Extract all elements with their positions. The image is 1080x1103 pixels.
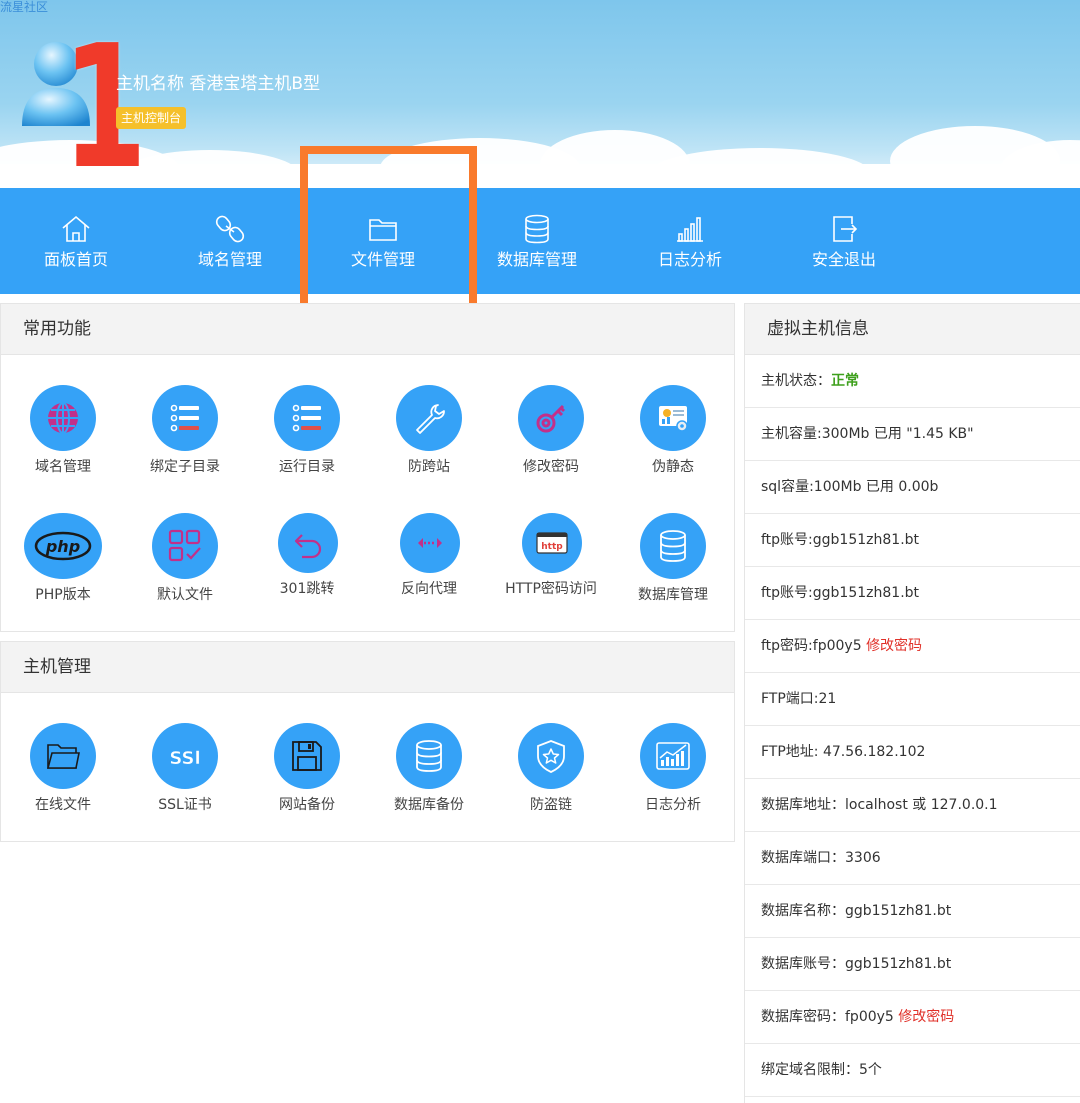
nav-label: 面板首页	[43, 250, 108, 269]
cloud-band	[0, 164, 1080, 188]
item-label: 301跳转	[279, 581, 335, 597]
item-label: 修改密码	[523, 459, 579, 475]
nav-item-home[interactable]: 面板首页	[0, 188, 152, 294]
ssl-icon: SSl	[169, 748, 201, 770]
chart-icon	[656, 742, 690, 770]
bar-chart-icon	[677, 217, 703, 242]
proxy-arrows-icon	[418, 538, 442, 548]
common-functions-panel: 常用功能 域名管理 绑定子目录 运行目录 防跨站 修改密码 伪静态 php PH…	[0, 303, 735, 632]
host-console-badge[interactable]: 主机控制台	[116, 107, 187, 129]
panel-title: 虚拟主机信息	[745, 304, 1080, 355]
site-link[interactable]: 流星社区	[0, 0, 48, 14]
info-row-ftp-account: ftp账号:ggb151zh81.bt	[745, 567, 1080, 620]
info-row-status: 主机状态：正常	[745, 355, 1080, 408]
nav-label: 域名管理	[197, 250, 262, 269]
item-label: 数据库管理	[638, 587, 708, 603]
item-label: 默认文件	[157, 587, 213, 603]
nav-label: 安全退出	[811, 250, 876, 269]
item-label: SSL证书	[158, 797, 212, 813]
host-name-value: 香港宝塔主机B型	[189, 74, 321, 94]
info-row-db-password: 数据库密码：fp00y5 修改密码	[745, 991, 1080, 1044]
host-name: 主机名称 香港宝塔主机B型	[116, 72, 320, 96]
http-icon: http	[536, 532, 568, 554]
item-label: 数据库备份	[394, 797, 464, 813]
redirect-icon	[294, 534, 322, 559]
header-banner: 流星社区 1 主机名称 香港宝塔主机B型 主机控制台	[0, 0, 1080, 188]
item-label: HTTP密码访问	[505, 581, 597, 597]
info-row-domain-limit: 绑定域名限制：5个	[745, 1044, 1080, 1097]
list-icon	[170, 404, 199, 432]
info-row-ftp-account: ftp账号:ggb151zh81.bt	[745, 514, 1080, 567]
php-icon: php	[34, 531, 92, 561]
floppy-icon	[292, 741, 322, 771]
item-label: 绑定子目录	[150, 459, 220, 475]
status-label: 主机状态：	[761, 373, 831, 389]
change-ftp-password-link[interactable]: 修改密码	[866, 638, 922, 654]
info-row-ftp-address: FTP地址: 47.56.182.102	[745, 726, 1080, 779]
info-row-db-address: 数据库地址：localhost 或 127.0.0.1	[745, 779, 1080, 832]
nav-item-logs[interactable]: 日志分析	[614, 188, 766, 294]
grid-check-icon	[168, 529, 201, 562]
nav-item-database[interactable]: 数据库管理	[461, 188, 613, 294]
change-db-password-link[interactable]: 修改密码	[898, 1009, 954, 1025]
globe-icon	[48, 402, 78, 434]
wrench-icon	[416, 404, 445, 434]
database-icon	[660, 530, 686, 562]
info-row-db-port: 数据库端口：3306	[745, 832, 1080, 885]
host-management-panel: 主机管理 在线文件 SSl SSL证书 网站备份 数据库备份 防盗链 日志分析	[0, 641, 735, 842]
ftp-password-value: ftp密码:fp00y5	[761, 638, 862, 654]
svg-text:php: php	[45, 537, 80, 556]
info-row-sql-capacity: sql容量:100Mb 已用 0.00b	[745, 461, 1080, 514]
nav-label: 日志分析	[657, 250, 722, 269]
item-label: 网站备份	[279, 797, 335, 813]
folder-icon	[46, 744, 80, 769]
database-icon	[525, 214, 549, 244]
item-label: 防跨站	[408, 459, 450, 475]
info-row-db-account: 数据库账号：ggb151zh81.bt	[745, 938, 1080, 991]
main-nav: 面板首页 域名管理 文件管理 数据库管理 日志分析 安全退出	[0, 188, 1080, 294]
item-label: 防盗链	[530, 797, 572, 813]
item-label: 反向代理	[401, 581, 457, 597]
nav-item-domain[interactable]: 域名管理	[154, 188, 306, 294]
info-row-db-name: 数据库名称：ggb151zh81.bt	[745, 885, 1080, 938]
svg-text:http: http	[541, 542, 563, 552]
svg-text:SSl: SSl	[169, 748, 200, 769]
info-row-ftp-password: ftp密码:fp00y5 修改密码	[745, 620, 1080, 673]
info-row-ftp-port: FTP端口:21	[745, 673, 1080, 726]
home-icon	[62, 215, 90, 242]
logout-icon	[833, 216, 858, 242]
nav-item-logout[interactable]: 安全退出	[768, 188, 920, 294]
item-label: 在线文件	[35, 797, 91, 813]
key-icon	[536, 404, 566, 433]
info-row-capacity: 主机容量:300Mb 已用 "1.45 KB"	[745, 408, 1080, 461]
item-label: PHP版本	[35, 587, 91, 603]
link-icon	[215, 215, 245, 243]
host-name-label: 主机名称	[116, 74, 184, 94]
item-label: 伪静态	[652, 459, 694, 475]
nav-label: 数据库管理	[496, 250, 577, 269]
db-password-value: 数据库密码：fp00y5	[761, 1009, 894, 1025]
virtual-host-info-panel: 虚拟主机信息 主机状态：正常 主机容量:300Mb 已用 "1.45 KB" s…	[744, 303, 1080, 1103]
panel-title: 主机管理	[1, 642, 734, 693]
status-value: 正常	[831, 373, 859, 389]
database-icon	[416, 740, 442, 772]
item-label: 日志分析	[645, 797, 701, 813]
list-icon	[292, 404, 321, 432]
shield-star-icon	[537, 740, 565, 773]
item-label: 运行目录	[279, 459, 335, 475]
item-label: 域名管理	[35, 459, 91, 475]
panel-title: 常用功能	[1, 304, 734, 355]
monitor-gear-icon	[659, 406, 688, 432]
